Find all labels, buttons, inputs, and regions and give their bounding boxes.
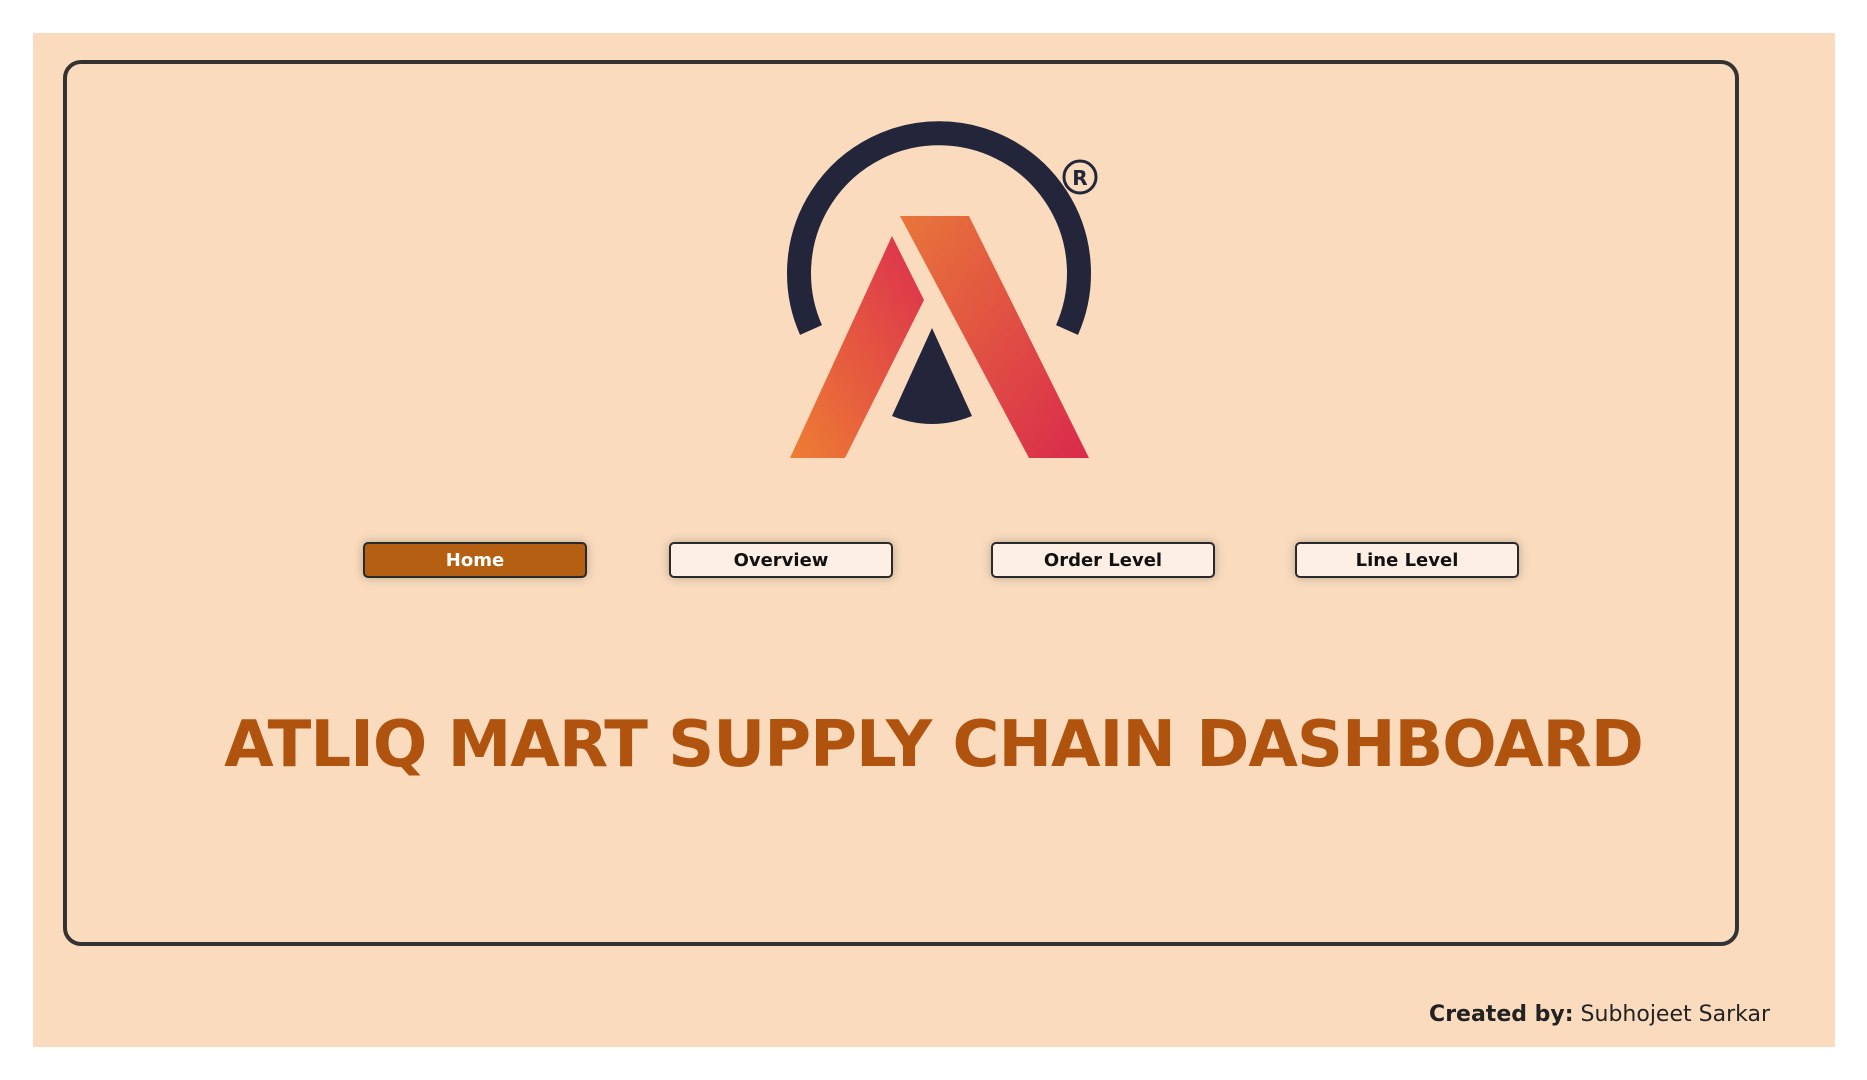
line-level-button[interactable]: Line Level <box>1295 542 1519 578</box>
credit-line: Created by: Subhojeet Sarkar <box>1429 1002 1770 1027</box>
credit-label: Created by: <box>1429 1002 1574 1027</box>
atliq-logo-icon: R <box>787 121 1098 458</box>
page-title: ATLIQ MART SUPPLY CHAIN DASHBOARD <box>224 708 1644 782</box>
credit-name: Subhojeet Sarkar <box>1580 1002 1770 1027</box>
order-level-button[interactable]: Order Level <box>991 542 1215 578</box>
home-button[interactable]: Home <box>363 542 587 578</box>
svg-text:R: R <box>1072 166 1087 190</box>
overview-button[interactable]: Overview <box>669 542 893 578</box>
